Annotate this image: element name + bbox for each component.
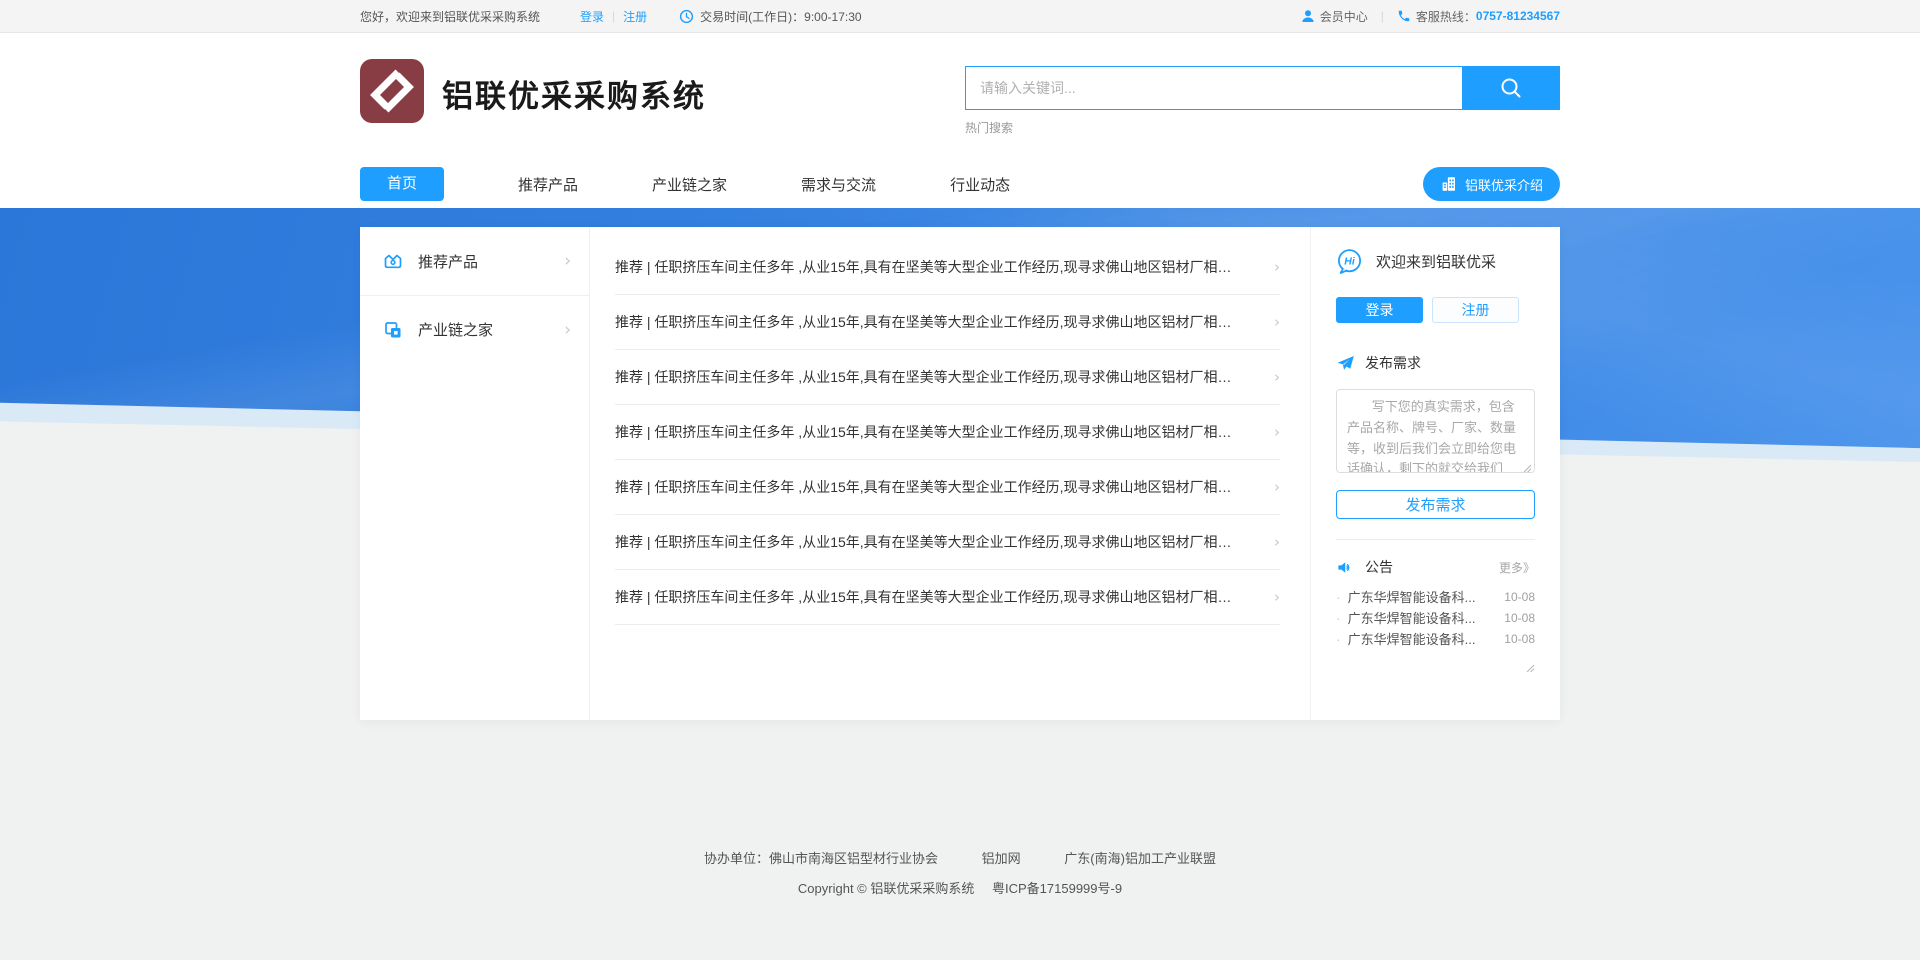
list-item-text: 推荐 | 任职挤压车间主任多年 ,从业15年,具有在坚美等大型企业工作经历,现寻…	[615, 422, 1235, 442]
category-sidebar: 推荐产品 › 产业链之家 ›	[360, 227, 590, 720]
footer-icp: 粤ICP备17159999号-9	[992, 881, 1122, 896]
separator: |	[612, 9, 615, 23]
chevron-right-icon: ›	[564, 320, 571, 340]
notice-title: 公告	[1365, 557, 1393, 577]
publish-demand-title: 发布需求	[1365, 353, 1421, 373]
hi-bubble-icon: Hi	[1336, 248, 1363, 275]
list-item[interactable]: 推荐 | 任职挤压车间主任多年 ,从业15年,具有在坚美等大型企业工作经历,现寻…	[615, 405, 1280, 460]
resize-grip-icon[interactable]	[1525, 663, 1535, 673]
footer-partner-link[interactable]: 广东(南海)铝加工产业联盟	[1064, 851, 1216, 866]
content-panel: 推荐产品 › 产业链之家 › 推荐 | 任职挤压车间主任多年 ,从业15年,具有…	[360, 227, 1560, 720]
register-link[interactable]: 注册	[623, 8, 647, 25]
topbar: 您好，欢迎来到铝联优采采购系统 登录 | 注册 交易时间(工作日)：9:00-1…	[0, 0, 1920, 33]
sidebar-item-industry-chain-home[interactable]: 产业链之家 ›	[360, 295, 589, 363]
recommendation-list: 推荐 | 任职挤压车间主任多年 ,从业15年,具有在坚美等大型企业工作经历,现寻…	[590, 227, 1310, 720]
list-item[interactable]: 推荐 | 任职挤压车间主任多年 ,从业15年,具有在坚美等大型企业工作经历,现寻…	[615, 295, 1280, 350]
user-icon	[1301, 9, 1315, 23]
login-link[interactable]: 登录	[580, 8, 604, 25]
demand-textarea[interactable]	[1336, 389, 1535, 473]
footer-partner-link[interactable]: 铝加网	[982, 851, 1021, 866]
publish-demand-button[interactable]: 发布需求	[1336, 490, 1535, 519]
sidebar-item-label: 产业链之家	[418, 319, 493, 340]
greeting-text: 您好，欢迎来到铝联优采采购系统	[360, 8, 540, 25]
hot-search-label: 热门搜索	[965, 119, 1560, 136]
chevron-right-icon: ›	[1274, 313, 1280, 331]
speaker-icon	[1336, 558, 1355, 577]
crown-icon	[382, 250, 404, 272]
list-item-text: 推荐 | 任职挤压车间主任多年 ,从业15年,具有在坚美等大型企业工作经历,现寻…	[615, 312, 1235, 332]
notice-item-date: 10-08	[1504, 590, 1535, 604]
list-item[interactable]: 推荐 | 任职挤压车间主任多年 ,从业15年,具有在坚美等大型企业工作经历,现寻…	[615, 460, 1280, 515]
main-nav: 首页 推荐产品 产业链之家 需求与交流 行业动态 铝联优采介绍	[0, 160, 1920, 208]
chevron-right-icon: ›	[1274, 258, 1280, 276]
panel-login-button[interactable]: 登录	[1336, 297, 1423, 323]
nav-item-industry-chain-home[interactable]: 产业链之家	[652, 174, 727, 195]
list-item-text: 推荐 | 任职挤压车间主任多年 ,从业15年,具有在坚美等大型企业工作经历,现寻…	[615, 367, 1235, 387]
chevron-right-icon: ›	[1274, 368, 1280, 386]
notice-item-title: 广东华焊智能设备科...	[1348, 587, 1476, 606]
site-title: 铝联优采采购系统	[442, 71, 706, 116]
separator: |	[1381, 9, 1384, 23]
resize-grip-icon[interactable]	[1522, 463, 1532, 473]
notice-item-title: 广东华焊智能设备科...	[1348, 629, 1476, 648]
nav-item-recommended-products[interactable]: 推荐产品	[518, 174, 578, 195]
nav-item-industry-news[interactable]: 行业动态	[950, 174, 1010, 195]
sidebar-item-recommended-products[interactable]: 推荐产品 ›	[360, 227, 589, 295]
notice-item[interactable]: · 广东华焊智能设备科... 10-08	[1336, 607, 1535, 628]
notice-item-title: 广东华焊智能设备科...	[1348, 608, 1476, 627]
notice-item[interactable]: · 广东华焊智能设备科... 10-08	[1336, 628, 1535, 649]
list-item-text: 推荐 | 任职挤压车间主任多年 ,从业15年,具有在坚美等大型企业工作经历,现寻…	[615, 532, 1235, 552]
sidebar-item-label: 推荐产品	[418, 251, 478, 272]
brand[interactable]: 铝联优采采购系统	[360, 61, 706, 125]
intro-button[interactable]: 铝联优采介绍	[1423, 167, 1560, 201]
hotline-number: 0757-81234567	[1476, 9, 1560, 23]
chevron-right-icon: ›	[564, 251, 571, 271]
intro-button-label: 铝联优采介绍	[1465, 175, 1543, 194]
nav-item-demand-exchange[interactable]: 需求与交流	[801, 174, 876, 195]
welcome-text: 欢迎来到铝联优采	[1376, 251, 1496, 272]
paper-plane-icon	[1336, 354, 1355, 373]
search-input[interactable]	[965, 66, 1462, 110]
nav-item-home[interactable]: 首页	[360, 167, 444, 201]
divider	[1336, 539, 1535, 540]
notice-item-date: 10-08	[1504, 611, 1535, 625]
bullet-icon: ·	[1336, 589, 1341, 605]
panel-register-button[interactable]: 注册	[1432, 297, 1519, 323]
chevron-right-icon: ›	[1274, 588, 1280, 606]
notice-item[interactable]: · 广东华焊智能设备科... 10-08	[1336, 586, 1535, 607]
chevron-right-icon: ›	[1274, 423, 1280, 441]
main-section: 推荐产品 › 产业链之家 › 推荐 | 任职挤压车间主任多年 ,从业15年,具有…	[0, 208, 1920, 720]
logo-icon	[360, 59, 424, 128]
chevron-right-icon: ›	[1274, 478, 1280, 496]
search-icon	[1498, 75, 1524, 101]
member-center-link[interactable]: 会员中心	[1320, 8, 1368, 25]
footer-co-organizer: 协办单位：佛山市南海区铝型材行业协会	[704, 851, 938, 866]
list-item[interactable]: 推荐 | 任职挤压车间主任多年 ,从业15年,具有在坚美等大型企业工作经历,现寻…	[615, 515, 1280, 570]
layers-icon	[382, 319, 404, 341]
list-item[interactable]: 推荐 | 任职挤压车间主任多年 ,从业15年,具有在坚美等大型企业工作经历,现寻…	[615, 570, 1280, 625]
notice-item-date: 10-08	[1504, 632, 1535, 646]
bullet-icon: ·	[1336, 631, 1341, 647]
user-panel: Hi 欢迎来到铝联优采 登录 注册 发布需求 发布需求 公告 更多》	[1310, 227, 1560, 720]
header: 铝联优采采购系统 热门搜索	[0, 33, 1920, 160]
list-item-text: 推荐 | 任职挤压车间主任多年 ,从业15年,具有在坚美等大型企业工作经历,现寻…	[615, 587, 1235, 607]
svg-text:Hi: Hi	[1344, 256, 1356, 268]
footer: 协办单位：佛山市南海区铝型材行业协会 铝加网 广东(南海)铝加工产业联盟 Cop…	[0, 720, 1920, 960]
hotline-label: 客服热线：	[1416, 8, 1476, 25]
search-button[interactable]	[1462, 66, 1560, 110]
list-item-text: 推荐 | 任职挤压车间主任多年 ,从业15年,具有在坚美等大型企业工作经历,现寻…	[615, 477, 1235, 497]
list-item-text: 推荐 | 任职挤压车间主任多年 ,从业15年,具有在坚美等大型企业工作经历,现寻…	[615, 257, 1235, 277]
list-item[interactable]: 推荐 | 任职挤压车间主任多年 ,从业15年,具有在坚美等大型企业工作经历,现寻…	[615, 240, 1280, 295]
phone-icon	[1397, 9, 1411, 23]
notice-list: · 广东华焊智能设备科... 10-08 · 广东华焊智能设备科... 10-0…	[1336, 586, 1535, 649]
footer-copyright: Copyright © 铝联优采采购系统	[798, 881, 974, 896]
clock-icon	[679, 9, 694, 24]
list-item[interactable]: 推荐 | 任职挤压车间主任多年 ,从业15年,具有在坚美等大型企业工作经历,现寻…	[615, 350, 1280, 405]
notice-more-link[interactable]: 更多》	[1499, 559, 1535, 576]
building-icon	[1440, 175, 1458, 193]
chevron-right-icon: ›	[1274, 533, 1280, 551]
bullet-icon: ·	[1336, 610, 1341, 626]
trading-hours: 交易时间(工作日)：9:00-17:30	[679, 8, 861, 25]
